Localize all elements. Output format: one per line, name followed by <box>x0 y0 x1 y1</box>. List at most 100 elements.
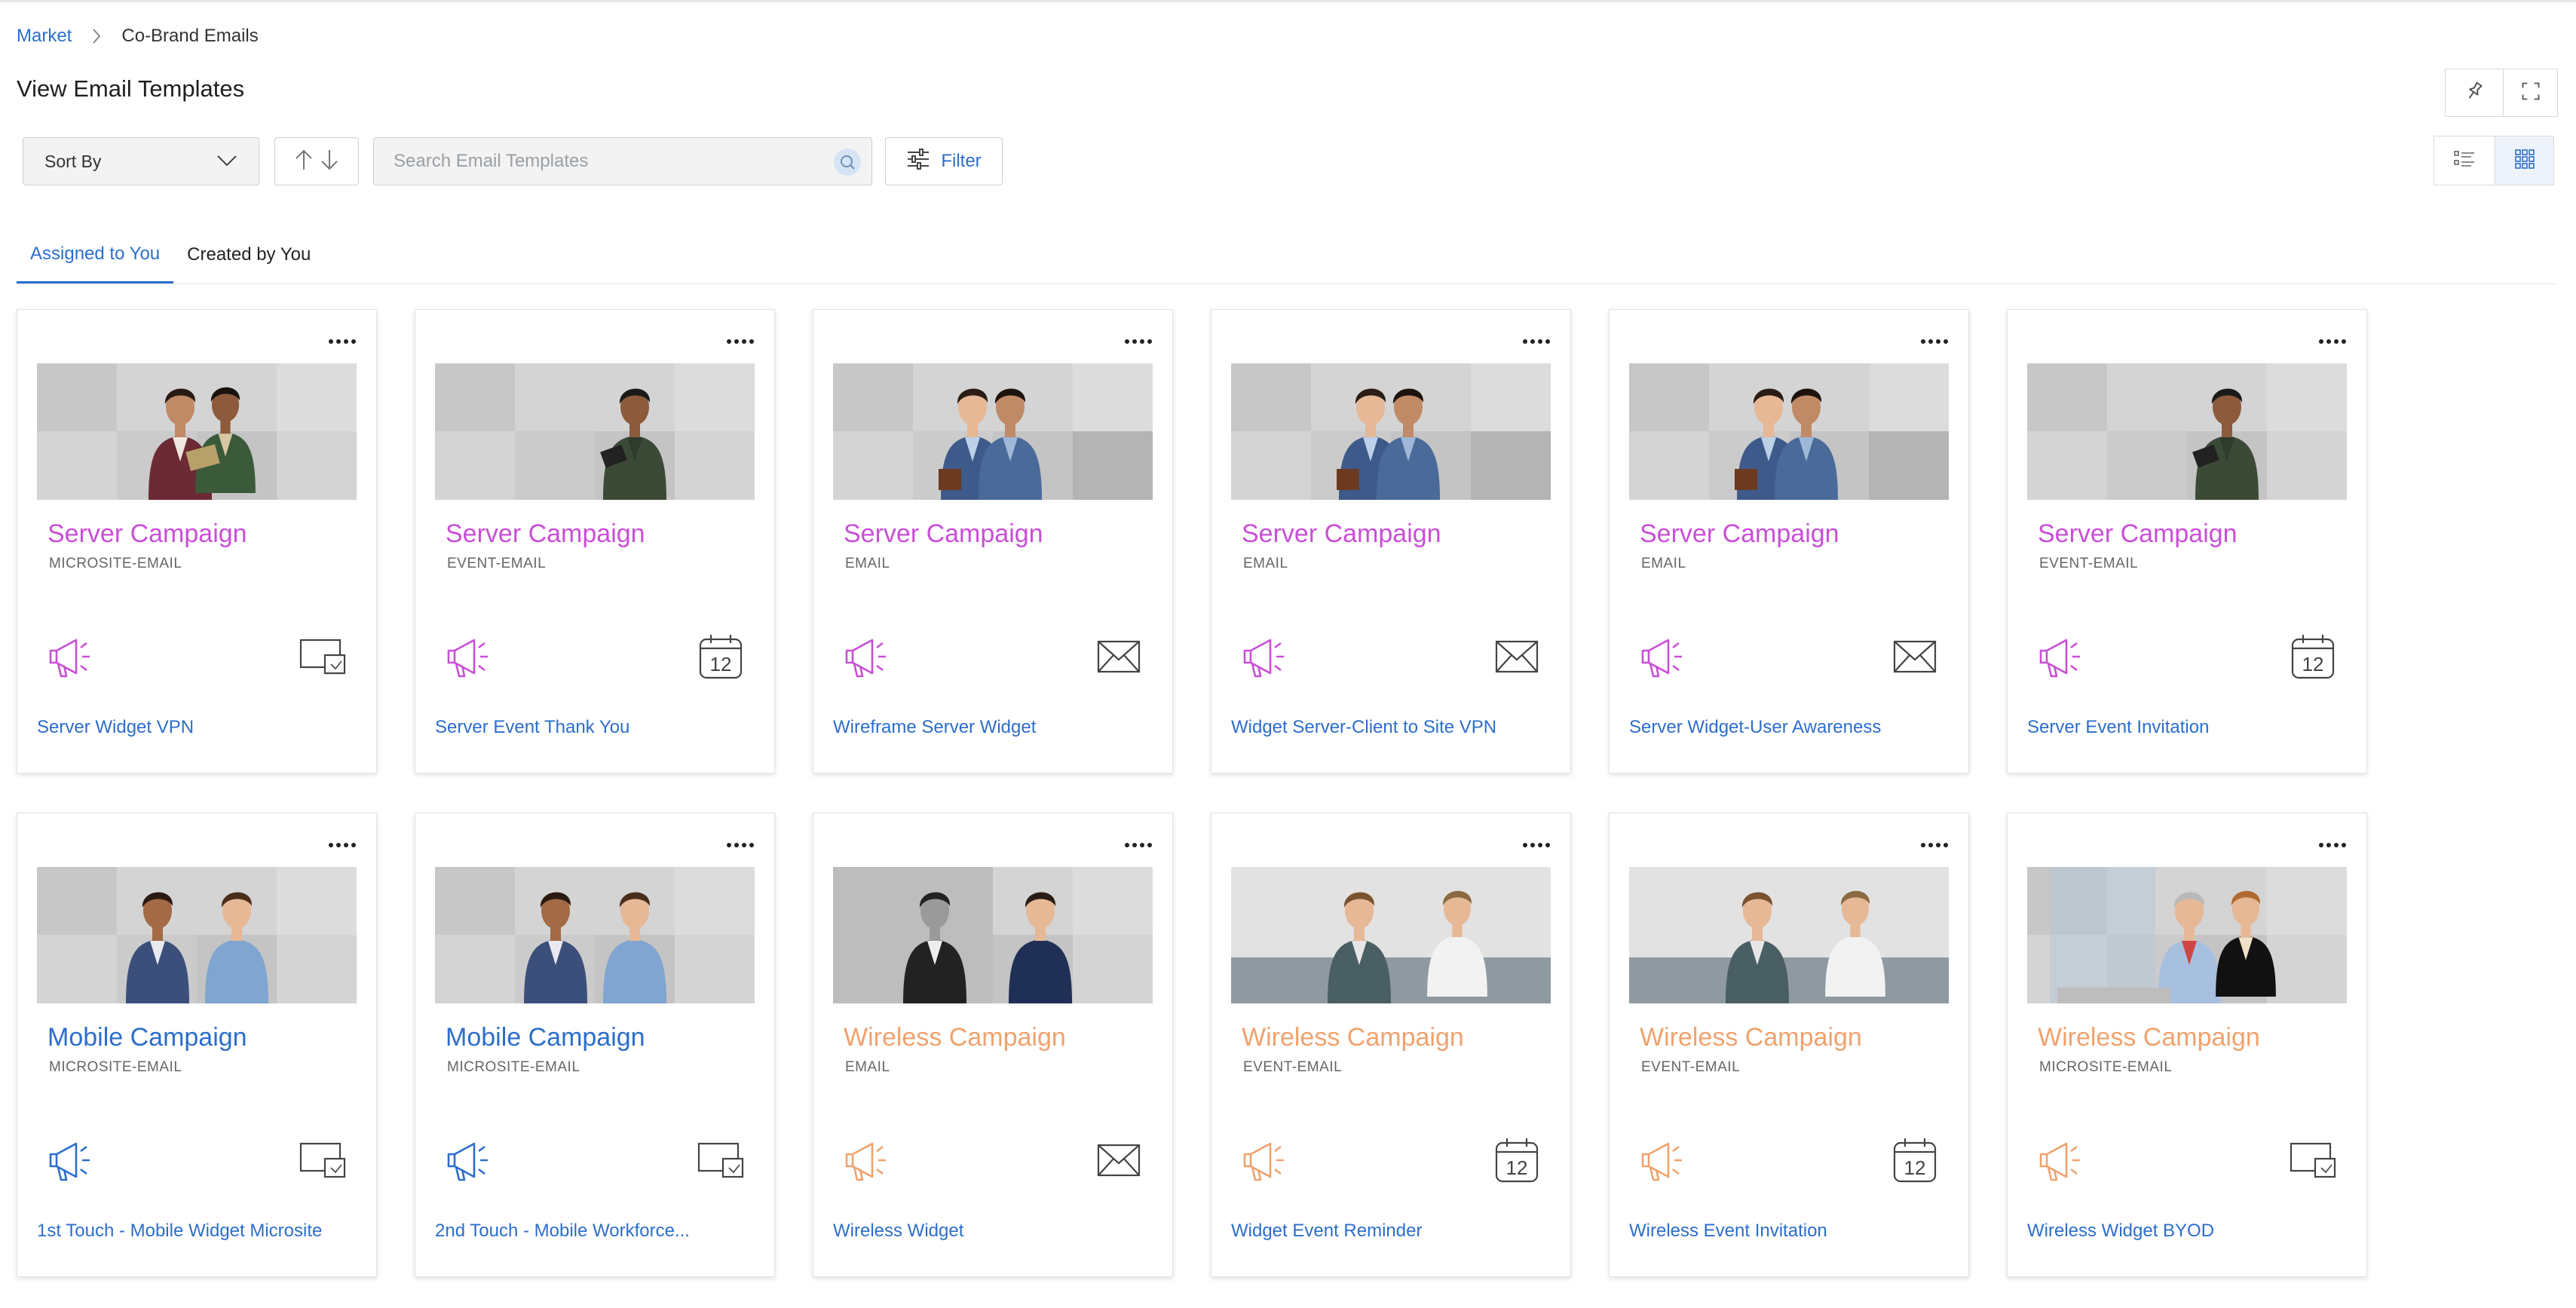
campaign-name: Server Campaign <box>47 519 247 548</box>
list-view-button[interactable] <box>2434 136 2495 185</box>
template-card[interactable]: Mobile Campaign MICROSITE-EMAIL 1st Touc… <box>17 813 377 1277</box>
more-options-icon[interactable] <box>726 838 755 853</box>
template-type: MICROSITE-EMAIL <box>447 1059 580 1075</box>
template-name-link[interactable]: Widget Server-Client to Site VPN <box>1231 717 1496 738</box>
megaphone-icon <box>1240 1139 1293 1184</box>
template-thumbnail[interactable] <box>37 867 357 1003</box>
pin-button[interactable] <box>2445 69 2504 117</box>
megaphone-icon <box>46 1139 99 1184</box>
tabs-divider <box>17 283 2557 284</box>
more-options-icon[interactable] <box>1920 334 1949 349</box>
grid-view-button[interactable] <box>2495 136 2554 185</box>
template-name-link[interactable]: 2nd Touch - Mobile Workforce... <box>435 1221 690 1242</box>
template-thumbnail[interactable] <box>37 363 357 500</box>
more-options-icon[interactable] <box>1522 838 1551 853</box>
campaign-name: Wireless Campaign <box>1640 1023 1862 1052</box>
tab-created-by-you[interactable]: Created by You <box>173 226 324 283</box>
fullscreen-button[interactable] <box>2504 69 2558 117</box>
campaign-name: Wireless Campaign <box>844 1023 1066 1052</box>
megaphone-icon <box>46 636 99 681</box>
campaign-name: Mobile Campaign <box>446 1023 645 1052</box>
template-type: EVENT-EMAIL <box>1243 1059 1343 1075</box>
envelope-icon <box>1492 633 1542 681</box>
template-name-link[interactable]: Wireless Widget <box>833 1221 963 1242</box>
template-card[interactable]: Server Campaign MICROSITE-EMAIL Server W… <box>17 309 377 773</box>
template-thumbnail[interactable] <box>1629 363 1949 500</box>
campaign-name: Wireless Campaign <box>2038 1023 2260 1052</box>
template-card[interactable]: Wireless Campaign MICROSITE-EMAIL Wirele… <box>2007 813 2367 1277</box>
tab-assigned-to-you[interactable]: Assigned to You <box>17 226 174 283</box>
campaign-name: Server Campaign <box>1242 519 1441 548</box>
campaign-name: Wireless Campaign <box>1242 1023 1464 1052</box>
tab-bar: Assigned to You Created by You <box>17 226 324 283</box>
sort-by-select[interactable]: Sort By <box>23 137 259 185</box>
campaign-name: Server Campaign <box>2038 519 2238 548</box>
template-name-link[interactable]: Wireless Event Invitation <box>1629 1221 1827 1242</box>
calendar-icon: 12 <box>1890 1136 1940 1184</box>
more-options-icon[interactable] <box>328 334 357 349</box>
breadcrumb-market-link[interactable]: Market <box>17 26 72 47</box>
envelope-icon <box>1890 633 1940 681</box>
campaign-name: Server Campaign <box>844 519 1043 548</box>
template-card[interactable]: Server Campaign EVENT-EMAIL 12 Server Ev… <box>2007 309 2367 773</box>
template-thumbnail[interactable] <box>1629 867 1949 1003</box>
template-thumbnail[interactable] <box>2027 867 2347 1003</box>
template-thumbnail[interactable] <box>435 363 755 500</box>
sliders-icon <box>906 148 930 175</box>
megaphone-icon <box>842 636 895 681</box>
megaphone-icon <box>2036 636 2089 681</box>
grid-view-icon <box>2514 149 2535 173</box>
template-name-link[interactable]: Server Widget VPN <box>37 717 194 738</box>
calendar-icon: 12 <box>696 633 746 681</box>
template-card[interactable]: Server Campaign EMAIL Server Widget-User… <box>1609 309 1969 773</box>
template-name-link[interactable]: Server Event Invitation <box>2027 717 2209 738</box>
template-type: MICROSITE-EMAIL <box>49 1059 182 1075</box>
sort-by-label: Sort By <box>44 151 102 171</box>
template-name-link[interactable]: Widget Event Reminder <box>1231 1221 1422 1242</box>
more-options-icon[interactable] <box>1920 838 1949 853</box>
template-name-link[interactable]: 1st Touch - Mobile Widget Microsite <box>37 1221 322 1242</box>
template-name-link[interactable]: Server Widget-User Awareness <box>1629 717 1881 738</box>
template-name-link[interactable]: Wireframe Server Widget <box>833 717 1036 738</box>
pin-icon <box>2463 80 2486 106</box>
template-card[interactable]: Server Campaign EVENT-EMAIL 12 Server Ev… <box>415 309 775 773</box>
more-options-icon[interactable] <box>1124 334 1153 349</box>
template-type: MICROSITE-EMAIL <box>2039 1059 2173 1075</box>
template-name-link[interactable]: Wireless Widget BYOD <box>2027 1221 2214 1242</box>
template-thumbnail[interactable] <box>1231 363 1551 500</box>
campaign-name: Server Campaign <box>446 519 645 548</box>
template-card[interactable]: Server Campaign EMAIL Wireframe Server W… <box>813 309 1173 773</box>
template-thumbnail[interactable] <box>833 867 1153 1003</box>
template-type: EVENT-EMAIL <box>2039 556 2139 571</box>
template-name-link[interactable]: Server Event Thank You <box>435 717 629 738</box>
template-card[interactable]: Server Campaign EMAIL Widget Server-Clie… <box>1211 309 1571 773</box>
template-card[interactable]: Mobile Campaign MICROSITE-EMAIL 2nd Touc… <box>415 813 775 1277</box>
campaign-name: Mobile Campaign <box>47 1023 247 1052</box>
search-placeholder: Search Email Templates <box>394 151 589 171</box>
template-type: MICROSITE-EMAIL <box>49 556 182 571</box>
more-options-icon[interactable] <box>1124 838 1153 853</box>
more-options-icon[interactable] <box>2318 838 2347 853</box>
template-thumbnail[interactable] <box>833 363 1153 500</box>
envelope-icon <box>1094 1136 1144 1184</box>
arrow-down-icon <box>320 148 339 176</box>
template-thumbnail[interactable] <box>1231 867 1551 1003</box>
filter-button[interactable]: Filter <box>885 137 1003 185</box>
more-options-icon[interactable] <box>2318 334 2347 349</box>
search-icon[interactable] <box>834 149 861 176</box>
megaphone-icon <box>444 636 497 681</box>
template-thumbnail[interactable] <box>2027 363 2347 500</box>
more-options-icon[interactable] <box>1522 334 1551 349</box>
microsite-icon <box>298 633 348 681</box>
sort-order-button[interactable] <box>274 137 359 185</box>
search-input[interactable]: Search Email Templates <box>373 137 872 185</box>
more-options-icon[interactable] <box>328 838 357 853</box>
more-options-icon[interactable] <box>726 334 755 349</box>
template-type: EMAIL <box>845 556 890 571</box>
microsite-icon <box>696 1136 746 1184</box>
template-card[interactable]: Wireless Campaign EVENT-EMAIL 12 Widget … <box>1211 813 1571 1277</box>
template-card[interactable]: Wireless Campaign EVENT-EMAIL 12 Wireles… <box>1609 813 1969 1277</box>
template-card[interactable]: Wireless Campaign EMAIL Wireless Widget <box>813 813 1173 1277</box>
template-thumbnail[interactable] <box>435 867 755 1003</box>
page-actions <box>2445 69 2558 117</box>
